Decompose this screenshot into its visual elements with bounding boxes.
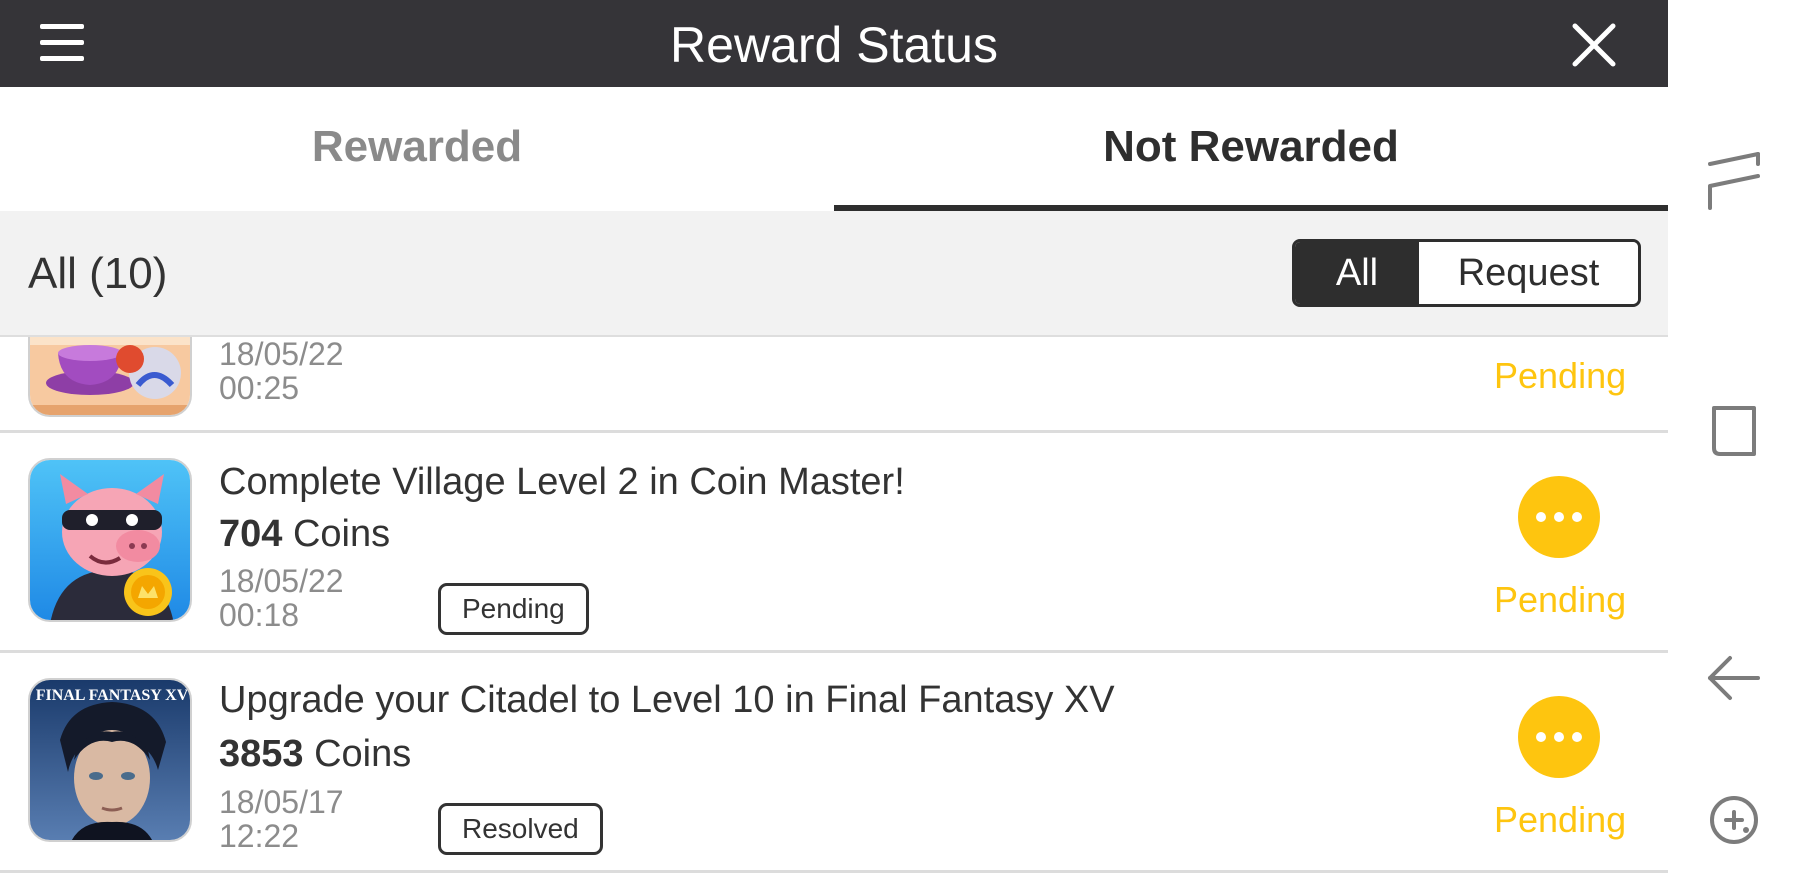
coin-master-app-icon [28, 458, 192, 622]
row-status: Pending [1494, 579, 1627, 620]
filter-count-label: All (10) [28, 249, 168, 298]
more-icon[interactable] [1518, 696, 1600, 778]
reward-status-screen: Reward Status Rewarded Not Rewarded All … [0, 0, 1668, 876]
row-date: 18/05/22 00:25 [219, 337, 344, 406]
row-title: Upgrade your Citadel to Level 10 in Fina… [219, 679, 1115, 721]
status-badge[interactable]: Resolved [438, 803, 603, 855]
home-icon[interactable] [1696, 394, 1772, 470]
row-date: 18/05/17 12:22 [219, 784, 344, 854]
filter-all-button[interactable]: All [1295, 242, 1419, 304]
list-item[interactable]: FINAL FANTASY XV Upgrade your Citadel to… [0, 653, 1668, 873]
back-icon[interactable] [1696, 640, 1772, 716]
row-title: Complete Village Level 2 in Coin Master! [219, 461, 905, 503]
reward-list[interactable]: 18/05/22 00:25 Pending Complete Village … [0, 337, 1668, 876]
tab-not-rewarded[interactable]: Not Rewarded [834, 87, 1668, 211]
filter-bar: All (10) All Request [0, 211, 1668, 337]
cafe-game-app-icon [28, 337, 192, 417]
status-badge[interactable]: Pending [438, 583, 589, 635]
app-header: Reward Status [0, 0, 1668, 87]
game-tools-icon[interactable] [1696, 782, 1772, 858]
row-date: 18/05/22 00:18 [219, 563, 344, 633]
page-title: Reward Status [670, 17, 998, 73]
list-item[interactable]: 18/05/22 00:25 Pending [0, 337, 1668, 433]
filter-segmented-control: All Request [1292, 239, 1641, 307]
system-nav-bar [1668, 0, 1800, 876]
icon-title-text: FINAL FANTASY XV [36, 687, 189, 704]
row-coins: 3853 Coins [219, 733, 412, 775]
close-icon[interactable] [1570, 21, 1618, 69]
recent-apps-icon[interactable] [1696, 148, 1772, 224]
final-fantasy-xv-app-icon: FINAL FANTASY XV [28, 678, 192, 842]
row-coins: 704 Coins [219, 513, 391, 555]
tab-bar: Rewarded Not Rewarded [0, 87, 1668, 211]
more-icon[interactable] [1518, 476, 1600, 558]
list-item[interactable]: Complete Village Level 2 in Coin Master!… [0, 433, 1668, 653]
row-status: Pending [1494, 799, 1627, 840]
filter-request-button[interactable]: Request [1419, 242, 1638, 304]
tab-rewarded[interactable]: Rewarded [0, 87, 834, 211]
row-status: Pending [1494, 355, 1627, 396]
